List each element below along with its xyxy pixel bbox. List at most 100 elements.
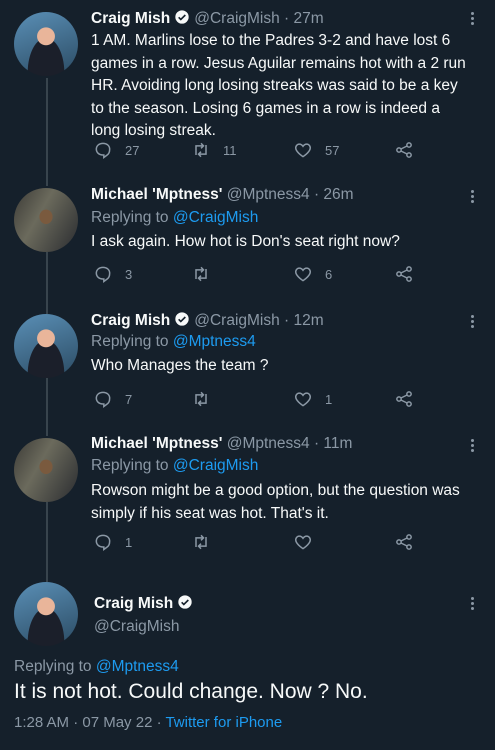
like-button[interactable]: 1 [293,389,332,409]
tweet-text: Who Manages the team ? [91,357,269,374]
tweet-actions: 27 11 57 [91,140,471,164]
tweet-source[interactable]: Twitter for iPhone [165,714,282,731]
replying-to-label: Replying to [14,658,96,675]
thread-line [46,502,48,582]
replying-to: Replying to @Mptness4 [91,333,256,351]
tweet-timestamp[interactable]: 1:28 AM · 07 May 22 · [14,714,165,731]
replying-to-label: Replying to [91,333,173,350]
reply-icon [95,534,111,551]
tweet-time[interactable]: · 26m [314,186,354,203]
tweet-text: 1 AM. Marlins lose to the Padres 3-2 and… [91,32,466,139]
share-icon [396,391,412,407]
share-icon [396,534,412,550]
tweet-header: Michael 'Mptness' @Mptness4 · 26m [91,186,354,204]
reply-icon [95,391,111,408]
avatar[interactable] [14,314,78,378]
main-tweet-text: It is not hot. Could change. Now ? No. [14,680,368,703]
author-handle[interactable]: @CraigMish [194,10,280,27]
tweet-time[interactable]: · 27m [284,10,324,27]
author-name[interactable]: Craig Mish [91,10,170,27]
author-handle[interactable]: @CraigMish [94,618,180,636]
tweet-header: Michael 'Mptness' @Mptness4 · 11m [91,435,352,453]
more-icon[interactable] [471,595,477,612]
retweet-icon [195,391,207,407]
author-name[interactable]: Craig Mish [94,595,173,612]
retweet-icon [195,266,207,282]
retweet-button[interactable]: 11 [191,140,237,160]
tweet-header: Craig Mish @CraigMish · 12m [91,311,324,330]
author-name[interactable]: Michael 'Mptness' [91,435,222,452]
avatar[interactable] [14,188,78,252]
tweet-text: Rowson might be a good option, but the q… [91,482,460,522]
tweet-header: Craig Mish @CraigMish · 27m [91,9,324,28]
share-icon [396,266,412,282]
replying-to: Replying to @Mptness4 [14,658,179,676]
share-button[interactable] [394,389,414,409]
reply-button[interactable]: 27 [93,140,139,160]
share-button[interactable] [394,264,414,284]
reply-count: 3 [125,266,133,282]
replying-to-label: Replying to [91,209,173,226]
retweet-button[interactable] [191,532,223,552]
like-count: 6 [325,266,333,282]
reply-button[interactable]: 7 [93,389,132,409]
thread-line [46,378,48,436]
tweet-actions: 1 [91,532,471,556]
reply-icon [95,142,111,159]
verified-badge-icon [175,10,189,24]
retweet-icon [195,534,207,550]
thread-line [46,252,48,314]
avatar[interactable] [14,582,78,646]
tweet-text: I ask again. How hot is Don's seat right… [91,233,400,250]
replying-to-link[interactable]: @CraigMish [173,457,259,474]
like-icon [294,392,312,407]
author-handle[interactable]: @CraigMish [194,312,280,329]
tweet-time[interactable]: · 11m [314,435,352,452]
more-icon[interactable] [471,313,477,330]
more-icon[interactable] [471,10,477,27]
reply-count: 7 [125,391,133,407]
retweet-button[interactable] [191,389,223,409]
more-icon[interactable] [471,188,477,205]
author-name[interactable]: Michael 'Mptness' [91,186,222,203]
avatar[interactable] [14,438,78,502]
tweet-time[interactable]: · 12m [284,312,324,329]
tweet-actions: 3 6 [91,264,471,288]
verified-badge-icon [178,595,192,609]
tweet-actions: 7 1 [91,389,471,413]
thread-line [46,78,48,186]
main-tweet-author: Craig Mish [94,594,197,613]
more-icon[interactable] [471,437,477,454]
share-icon [396,142,412,158]
replying-to-link[interactable]: @Mptness4 [96,658,179,675]
retweet-button[interactable] [191,264,223,284]
replying-to: Replying to @CraigMish [91,457,258,475]
replying-to-link[interactable]: @Mptness4 [173,333,256,350]
author-handle[interactable]: @Mptness4 [227,435,310,452]
like-icon [294,535,312,550]
reply-count: 27 [125,142,140,158]
like-icon [294,143,312,158]
like-count: 57 [325,142,340,158]
tweet-meta: 1:28 AM · 07 May 22 · Twitter for iPhone [14,714,282,731]
share-button[interactable] [394,532,414,552]
like-button[interactable]: 57 [293,140,339,160]
author-handle[interactable]: @Mptness4 [227,186,310,203]
retweet-count: 11 [223,142,237,158]
like-button[interactable]: 6 [293,264,332,284]
retweet-icon [195,142,207,158]
replying-to-link[interactable]: @CraigMish [173,209,259,226]
share-button[interactable] [394,140,414,160]
author-name[interactable]: Craig Mish [91,312,170,329]
reply-button[interactable]: 1 [93,532,132,552]
reply-icon [95,266,111,283]
replying-to-label: Replying to [91,457,173,474]
reply-count: 1 [125,534,133,550]
like-button[interactable] [293,532,325,552]
like-count: 1 [325,391,333,407]
reply-button[interactable]: 3 [93,264,132,284]
avatar[interactable] [14,12,78,76]
verified-badge-icon [175,312,189,326]
like-icon [294,267,312,282]
replying-to: Replying to @CraigMish [91,209,258,227]
